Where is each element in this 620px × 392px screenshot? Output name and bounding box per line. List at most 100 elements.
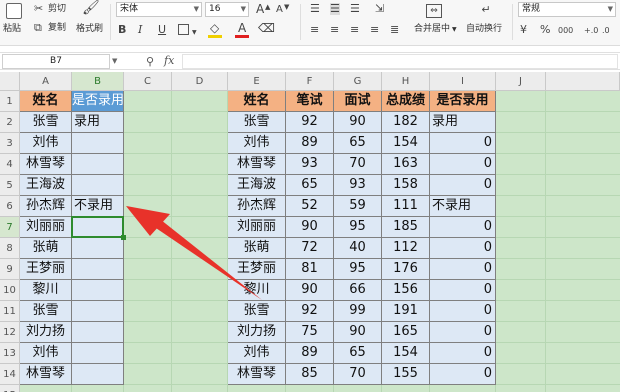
right-cell-name[interactable]: 张雪 xyxy=(228,112,286,133)
align-middle-icon[interactable]: ☰ xyxy=(330,3,340,15)
borders-icon[interactable] xyxy=(178,24,189,35)
right-cell-interview[interactable]: 90 xyxy=(334,322,382,343)
align-top-icon[interactable]: ☰ xyxy=(310,3,320,15)
left-cell-name[interactable]: 黎川 xyxy=(20,280,72,301)
name-box-chevron-icon[interactable]: ▼ xyxy=(112,57,117,65)
right-header-interview[interactable]: 面试 xyxy=(334,91,382,112)
right-cell-name[interactable]: 刘伟 xyxy=(228,133,286,154)
percent-button[interactable]: % xyxy=(540,24,550,36)
column-header-e[interactable]: E xyxy=(228,72,286,91)
left-cell-hired[interactable] xyxy=(72,133,124,154)
right-cell-written[interactable]: 89 xyxy=(286,133,334,154)
cut-button[interactable]: ✂ 剪切 xyxy=(34,3,72,16)
left-cell-hired[interactable] xyxy=(72,343,124,364)
align-center-icon[interactable]: ≡ xyxy=(330,24,339,36)
row-header-3[interactable]: 3 xyxy=(0,133,20,154)
right-cell-interview[interactable]: 59 xyxy=(334,196,382,217)
grow-font-button[interactable]: A xyxy=(256,3,264,15)
right-cell-name[interactable]: 林雪琴 xyxy=(228,154,286,175)
right-cell-name[interactable]: 孙杰辉 xyxy=(228,196,286,217)
right-cell-total[interactable]: 156 xyxy=(382,280,430,301)
column-header-h[interactable]: H xyxy=(382,72,430,91)
wrap-orientation-icon[interactable]: ⇲ xyxy=(375,3,384,15)
right-cell-interview[interactable]: 90 xyxy=(334,112,382,133)
row-header-1[interactable]: 1 xyxy=(0,91,20,112)
chevron-down-icon[interactable]: ▼ xyxy=(192,27,197,39)
right-cell-interview[interactable]: 70 xyxy=(334,154,382,175)
row-header-12[interactable]: 12 xyxy=(0,322,20,343)
increase-decimal-icon[interactable]: +.0 xyxy=(584,25,598,37)
right-cell-hired[interactable]: 0 xyxy=(430,322,496,343)
left-cell-name[interactable]: 刘丽丽 xyxy=(20,217,72,238)
right-cell-total[interactable]: 165 xyxy=(382,322,430,343)
fill-handle[interactable] xyxy=(121,235,126,240)
column-header-c[interactable]: C xyxy=(124,72,172,91)
align-right-icon[interactable]: ≡ xyxy=(350,24,359,36)
row-header-14[interactable]: 14 xyxy=(0,364,20,385)
right-cell-interview[interactable]: 65 xyxy=(334,343,382,364)
left-cell-hired[interactable] xyxy=(72,364,124,385)
left-cell-hired[interactable] xyxy=(72,280,124,301)
row-header-9[interactable]: 9 xyxy=(0,259,20,280)
right-cell-hired[interactable]: 0 xyxy=(430,301,496,322)
right-cell-interview[interactable]: 95 xyxy=(334,217,382,238)
select-all-corner[interactable] xyxy=(0,72,20,91)
right-cell-written[interactable]: 81 xyxy=(286,259,334,280)
fill-color-icon[interactable]: ◇ xyxy=(210,22,219,34)
right-header-name[interactable]: 姓名 xyxy=(228,91,286,112)
left-cell-hired[interactable] xyxy=(72,301,124,322)
left-cell-name[interactable]: 王梦丽 xyxy=(20,259,72,280)
right-cell-hired[interactable]: 0 xyxy=(430,343,496,364)
right-cell-hired[interactable]: 0 xyxy=(430,259,496,280)
left-cell-hired[interactable] xyxy=(72,322,124,343)
right-cell-written[interactable]: 90 xyxy=(286,280,334,301)
left-cell-name[interactable]: 张萌 xyxy=(20,238,72,259)
right-header-written[interactable]: 笔试 xyxy=(286,91,334,112)
left-cell-hired[interactable] xyxy=(72,238,124,259)
row-header-10[interactable]: 10 xyxy=(0,280,20,301)
right-cell-hired[interactable]: 0 xyxy=(430,133,496,154)
left-header-hired[interactable]: 是否录用 xyxy=(72,91,124,112)
column-header-i[interactable]: I xyxy=(430,72,496,91)
right-cell-name[interactable]: 张雪 xyxy=(228,301,286,322)
right-cell-total[interactable]: 154 xyxy=(382,343,430,364)
right-cell-written[interactable]: 90 xyxy=(286,217,334,238)
paste-button[interactable]: 粘贴 xyxy=(2,2,26,42)
worksheet-grid[interactable]: ABCDEFGHIJ123456789101112131415姓名是否录用张雪录… xyxy=(0,72,620,392)
right-cell-name[interactable]: 王海波 xyxy=(228,175,286,196)
row-header-4[interactable]: 4 xyxy=(0,154,20,175)
font-name-select[interactable]: 宋体 ▼ xyxy=(116,2,202,17)
right-cell-total[interactable]: 163 xyxy=(382,154,430,175)
italic-button[interactable]: I xyxy=(138,24,142,36)
right-cell-written[interactable]: 92 xyxy=(286,301,334,322)
column-header-d[interactable]: D xyxy=(172,72,228,91)
copy-button[interactable]: ⧉ 复制 xyxy=(34,22,72,35)
column-header-j[interactable]: J xyxy=(496,72,546,91)
align-bottom-icon[interactable]: ☰ xyxy=(350,3,360,15)
right-cell-hired[interactable]: 0 xyxy=(430,154,496,175)
row-header-5[interactable]: 5 xyxy=(0,175,20,196)
wrap-text-button[interactable]: ↵ 自动换行 xyxy=(464,2,508,42)
left-cell-hired[interactable] xyxy=(72,175,124,196)
left-cell-name[interactable]: 王海波 xyxy=(20,175,72,196)
right-cell-written[interactable]: 93 xyxy=(286,154,334,175)
right-cell-name[interactable]: 王梦丽 xyxy=(228,259,286,280)
font-size-select[interactable]: 16 ▼ xyxy=(205,2,249,17)
right-cell-interview[interactable]: 70 xyxy=(334,364,382,385)
right-cell-interview[interactable]: 66 xyxy=(334,280,382,301)
merge-center-button[interactable]: ⇔ 合并居中 ▼ xyxy=(410,2,458,42)
column-header-b[interactable]: B xyxy=(72,72,124,91)
column-header-g[interactable]: G xyxy=(334,72,382,91)
currency-icon[interactable]: ¥ xyxy=(520,24,527,36)
active-cell-b7[interactable] xyxy=(71,216,124,238)
right-cell-name[interactable]: 刘力扬 xyxy=(228,322,286,343)
right-header-hired[interactable]: 是否录用 xyxy=(430,91,496,112)
right-cell-name[interactable]: 林雪琴 xyxy=(228,364,286,385)
row-header-13[interactable]: 13 xyxy=(0,343,20,364)
right-cell-interview[interactable]: 99 xyxy=(334,301,382,322)
left-cell-name[interactable]: 刘力扬 xyxy=(20,322,72,343)
thousands-button[interactable]: 000 xyxy=(558,25,573,37)
decrease-decimal-icon[interactable]: .0 xyxy=(602,25,610,37)
right-cell-interview[interactable]: 95 xyxy=(334,259,382,280)
right-cell-total[interactable]: 158 xyxy=(382,175,430,196)
